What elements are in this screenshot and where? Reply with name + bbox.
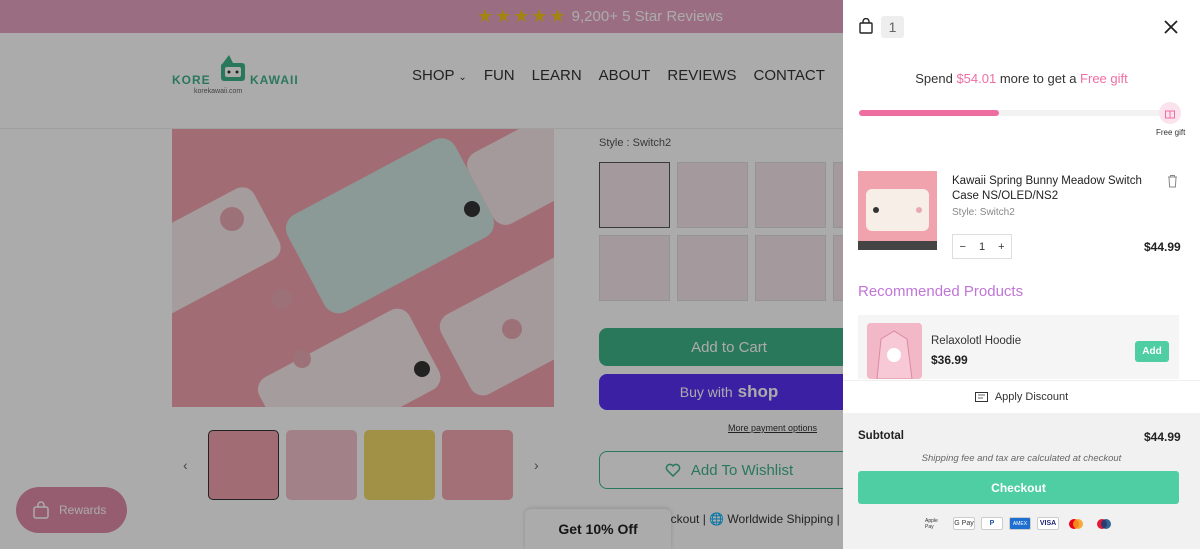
recommended-product-image[interactable] bbox=[867, 323, 922, 379]
apply-discount-label: Apply Discount bbox=[994, 391, 1069, 403]
decrease-quantity-button[interactable]: − bbox=[960, 241, 966, 253]
hoodie-photo bbox=[867, 323, 922, 379]
switch-case-thumbnail bbox=[858, 171, 937, 250]
page: ★★★★★ 9,200+ 5 Star Reviews KORE KAWAII … bbox=[0, 0, 1200, 549]
apply-discount-button[interactable]: Apply Discount bbox=[843, 380, 1200, 413]
subtotal-value: $44.99 bbox=[1144, 430, 1181, 444]
trash-icon[interactable] bbox=[1166, 174, 1179, 188]
paypal-icon: P bbox=[981, 517, 1003, 530]
amex-icon: AMEX bbox=[1009, 517, 1031, 530]
page-dim-overlay[interactable] bbox=[0, 0, 843, 549]
cart-item-price: $44.99 bbox=[1144, 240, 1181, 254]
mastercard-icon bbox=[1065, 517, 1087, 530]
reward-name: Free gift bbox=[1080, 71, 1128, 86]
add-recommended-button[interactable]: Add bbox=[1135, 341, 1169, 362]
gift-progress-bar bbox=[859, 110, 1169, 116]
recommended-products-heading: Recommended Products bbox=[858, 283, 1024, 300]
visa-icon: VISA bbox=[1037, 517, 1059, 530]
shopping-bag-icon bbox=[859, 18, 873, 34]
apple-pay-icon: Apple Pay bbox=[925, 517, 938, 530]
amount-remaining: $54.01 bbox=[956, 71, 997, 86]
gift-milestone-label: Free gift bbox=[1156, 128, 1186, 137]
subtotal-label: Subtotal bbox=[858, 430, 904, 442]
cart-item-image[interactable] bbox=[858, 171, 937, 250]
close-icon[interactable] bbox=[1162, 18, 1180, 36]
google-pay-icon: G Pay bbox=[953, 517, 975, 530]
cart-item-title[interactable]: Kawaii Spring Bunny Meadow Switch Case N… bbox=[952, 174, 1162, 204]
gift-milestone bbox=[1159, 102, 1181, 124]
increase-quantity-button[interactable]: + bbox=[998, 241, 1004, 253]
gift-progress-fill bbox=[859, 110, 999, 116]
shipping-note: Shipping fee and tax are calculated at c… bbox=[921, 453, 1122, 464]
unionpay-icon bbox=[1093, 517, 1115, 530]
recommended-product-name[interactable]: Relaxolotl Hoodie bbox=[931, 335, 1021, 347]
payment-methods: Apple Pay G Pay P AMEX VISA bbox=[925, 517, 1115, 530]
checkout-button[interactable]: Checkout bbox=[858, 471, 1179, 504]
recommended-product-price: $36.99 bbox=[931, 353, 968, 367]
recommended-product-card: Relaxolotl Hoodie $36.99 Add bbox=[858, 315, 1179, 379]
gift-icon bbox=[1165, 110, 1175, 119]
quantity-stepper: − 1 + bbox=[952, 234, 1012, 259]
cart-count-badge: 1 bbox=[881, 16, 904, 38]
ticket-icon bbox=[974, 392, 988, 402]
cart-item-style: Style: Switch2 bbox=[952, 207, 1015, 218]
free-gift-message: Spend $54.01 more to get a Free gift bbox=[915, 71, 1128, 86]
quantity-value[interactable]: 1 bbox=[979, 241, 985, 253]
